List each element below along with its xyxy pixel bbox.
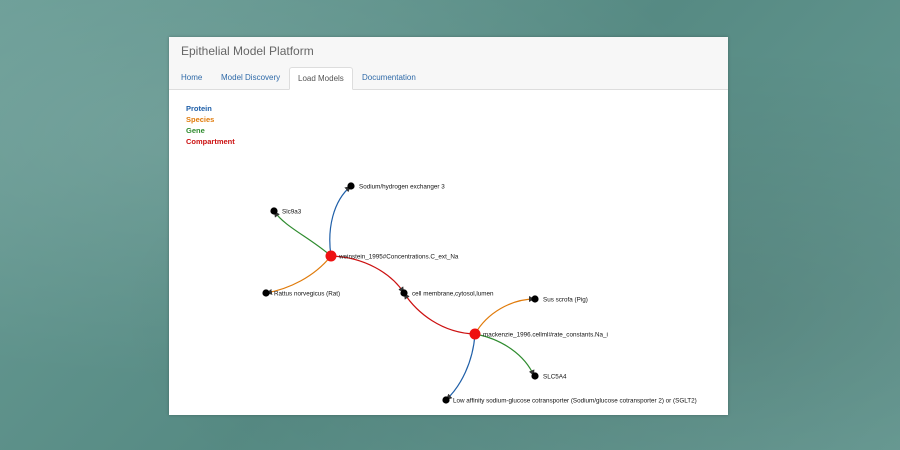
node-label: Sodium/hydrogen exchanger 3 [359,184,445,191]
node-sglt2[interactable]: Low affinity sodium-glucose cotransporte… [442,396,697,405]
link-n1-n5 [330,255,405,294]
link-n6-n5 [403,292,476,335]
node-sus-scrofa[interactable]: Sus scrofa (Pig) [531,295,588,304]
node-label: Rattus norvegicus (Rat) [274,291,340,298]
node-label: mackenzie_1996.cellml#rate_constants.Na_… [483,332,608,339]
node-slc9a3[interactable]: Slc9a3 [270,207,302,216]
node-label: Sus scrofa (Pig) [543,297,588,304]
graph-canvas: weinstein_1995#Concentrations.C_ext_Na S… [262,182,697,405]
app-window: Epithelial Model Platform Home Model Dis… [169,37,728,415]
node-weinstein-hub[interactable]: weinstein_1995#Concentrations.C_ext_Na [325,250,459,262]
link-n6-n9 [445,333,476,401]
node-mackenzie-hub[interactable]: mackenzie_1996.cellml#rate_constants.Na_… [469,328,608,340]
node-sodium-hydrogen-exchanger[interactable]: Sodium/hydrogen exchanger 3 [347,182,445,191]
node-label: SLC5A4 [543,374,567,381]
node-label: cell membrane,cytosol,lumen [412,291,494,298]
node-cell-membrane[interactable]: cell membrane,cytosol,lumen [400,289,494,298]
link-n1-n3 [273,210,332,257]
node-label: Slc9a3 [282,209,302,216]
node-label: Low affinity sodium-glucose cotransporte… [453,398,697,405]
link-n6-n7 [474,296,536,335]
node-rattus-norvegicus[interactable]: Rattus norvegicus (Rat) [262,289,340,298]
link-n1-n4 [265,255,332,295]
node-slc5a4[interactable]: SLC5A4 [531,372,567,381]
node-label: weinstein_1995#Concentrations.C_ext_Na [338,254,459,261]
link-n6-n8 [474,333,535,377]
link-n1-n2 [329,185,352,257]
